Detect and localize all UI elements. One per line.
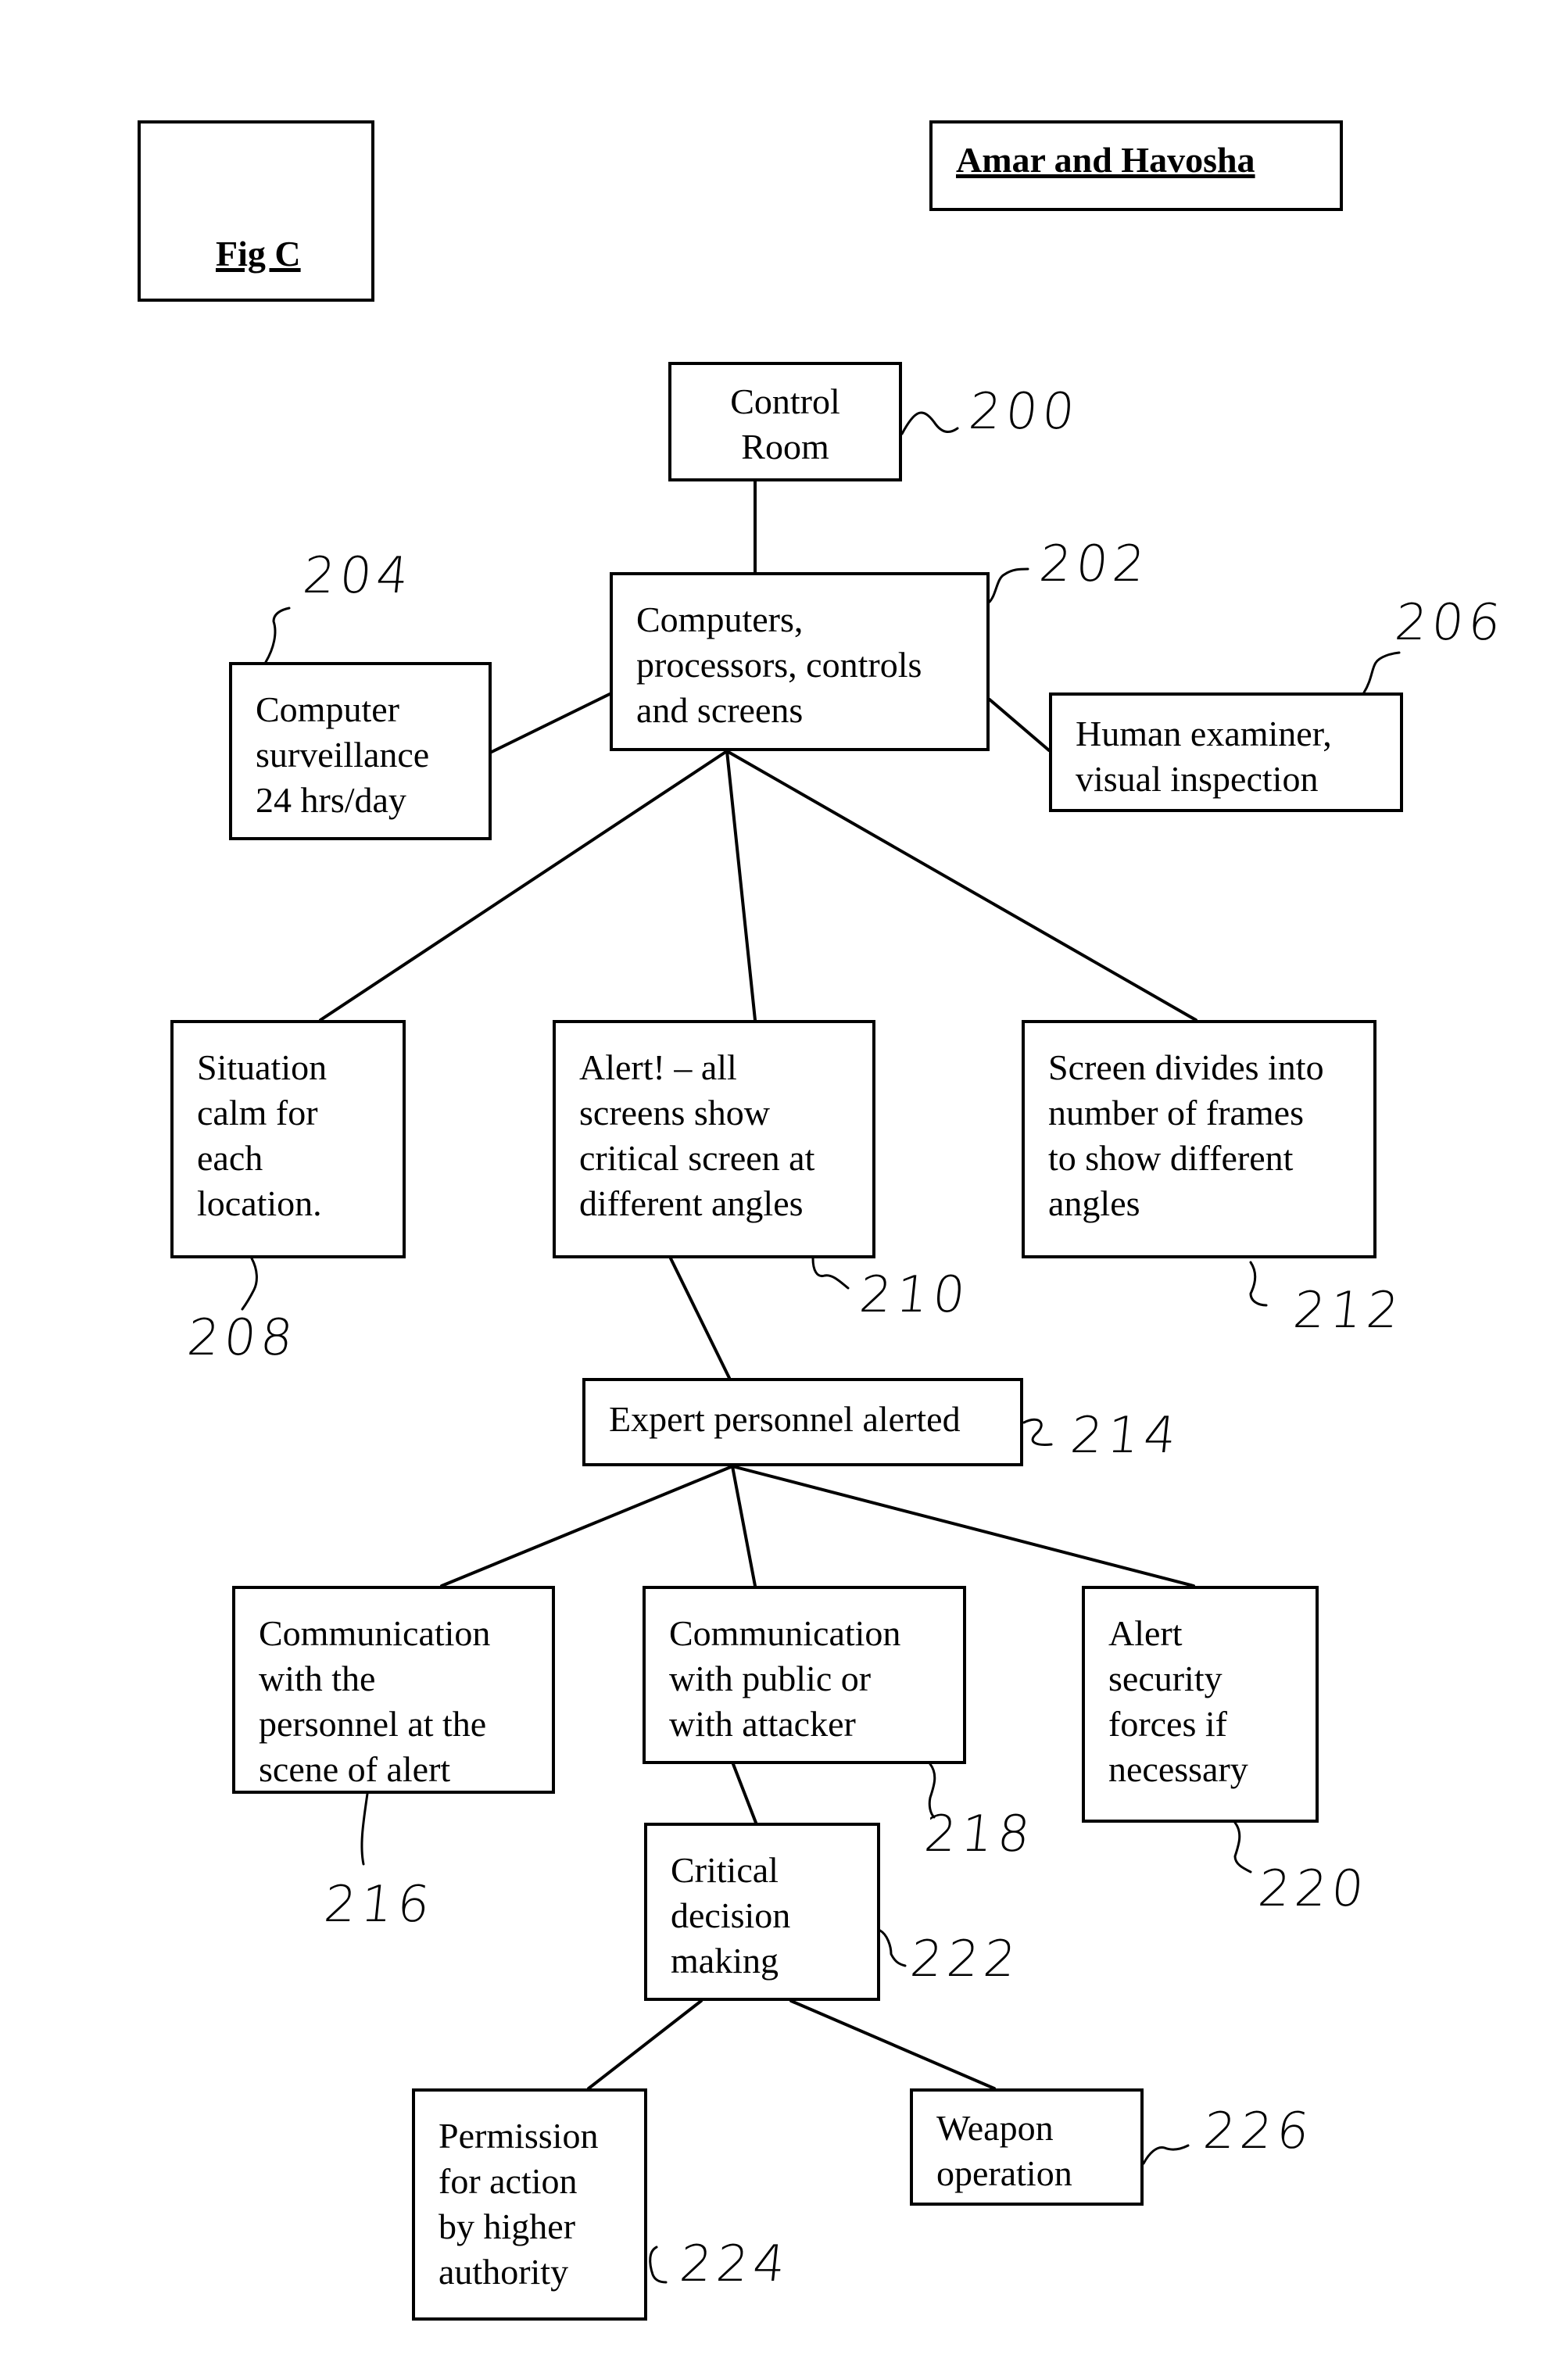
- leader-222: [879, 1929, 907, 1967]
- node-communication-personnel: Communication with the personnel at the …: [232, 1586, 555, 1794]
- node-text: Human examiner, visual inspection: [1076, 714, 1332, 799]
- leader-210: [811, 1257, 850, 1290]
- edge-214-216: [440, 1465, 734, 1587]
- edge-222-224: [587, 1999, 703, 2090]
- node-text: Communication with public or with attack…: [669, 1613, 901, 1744]
- node-computer-surveillance: Computer surveillance 24 hrs/day: [229, 662, 492, 840]
- node-text: Critical decision making: [671, 1850, 791, 1981]
- node-screen-divides: Screen divides into number of frames to …: [1022, 1020, 1376, 1258]
- node-text: Communication with the personnel at the …: [259, 1613, 491, 1789]
- ref-216: 216: [321, 1876, 438, 1934]
- node-alert-all-screens: Alert! – all screens show critical scree…: [553, 1020, 875, 1258]
- leader-206: [1362, 651, 1401, 694]
- node-text: Computer surveillance 24 hrs/day: [256, 689, 430, 820]
- ref-208: 208: [184, 1309, 301, 1367]
- node-text: Situation calm for each location.: [197, 1047, 328, 1223]
- node-alert-security-forces: Alert security forces if necessary: [1082, 1586, 1319, 1823]
- edge-210-214: [669, 1257, 731, 1380]
- leader-216: [360, 1792, 369, 1866]
- leader-226: [1142, 2144, 1190, 2165]
- ref-202: 202: [1036, 535, 1153, 593]
- leader-220: [1233, 1821, 1252, 1873]
- leader-200: [900, 411, 959, 435]
- leader-204: [264, 607, 291, 664]
- edge-214-218: [731, 1465, 757, 1587]
- edge-218-222: [732, 1763, 757, 1824]
- leader-212: [1249, 1261, 1268, 1307]
- ref-204: 204: [300, 547, 417, 605]
- node-critical-decision: Critical decision making: [644, 1823, 880, 2001]
- edge-202-206: [988, 698, 1051, 752]
- leader-202: [988, 567, 1029, 603]
- node-text: Screen divides into number of frames to …: [1048, 1047, 1324, 1223]
- ref-220: 220: [1255, 1860, 1372, 1918]
- node-text: Alert! – all screens show critical scree…: [579, 1047, 815, 1223]
- authors-label: Amar and Havosha: [956, 140, 1255, 180]
- ref-218: 218: [922, 1805, 1038, 1863]
- node-weapon-operation: Weapon operation: [910, 2088, 1144, 2206]
- leader-208: [241, 1257, 258, 1311]
- edge-214-220: [731, 1465, 1195, 1587]
- node-text: Computers, processors, controls and scre…: [636, 599, 922, 730]
- node-text: Permission for action by higher authorit…: [439, 2116, 599, 2292]
- authors-box: Amar and Havosha: [929, 120, 1343, 211]
- node-expert-personnel: Expert personnel alerted: [582, 1378, 1023, 1466]
- node-text: Control Room: [730, 381, 840, 467]
- ref-210: 210: [857, 1266, 973, 1324]
- node-permission-for-action: Permission for action by higher authorit…: [412, 2088, 647, 2321]
- ref-222: 222: [908, 1931, 1024, 1988]
- node-situation-calm: Situation calm for each location.: [170, 1020, 406, 1258]
- edge-222-226: [789, 1999, 996, 2090]
- node-communication-public: Communication with public or with attack…: [643, 1586, 966, 1764]
- ref-206: 206: [1392, 594, 1509, 652]
- ref-212: 212: [1291, 1282, 1407, 1340]
- node-control-room: Control Room: [668, 362, 902, 481]
- node-text: Expert personnel alerted: [609, 1399, 961, 1439]
- figure-label: Fig C: [216, 234, 301, 274]
- leader-214: [1022, 1418, 1053, 1446]
- node-human-examiner: Human examiner, visual inspection: [1049, 692, 1403, 812]
- ref-214: 214: [1068, 1407, 1184, 1465]
- figure-label-box: Fig C: [138, 120, 374, 302]
- ref-224: 224: [677, 2235, 793, 2293]
- node-text: Weapon operation: [936, 2108, 1072, 2193]
- ref-200: 200: [966, 383, 1083, 441]
- edge-202-204: [490, 692, 611, 753]
- ref-226: 226: [1201, 2103, 1317, 2160]
- node-text: Alert security forces if necessary: [1108, 1613, 1248, 1789]
- edge-202-210: [725, 750, 757, 1022]
- leader-224: [649, 2246, 668, 2284]
- node-computers: Computers, processors, controls and scre…: [610, 572, 990, 751]
